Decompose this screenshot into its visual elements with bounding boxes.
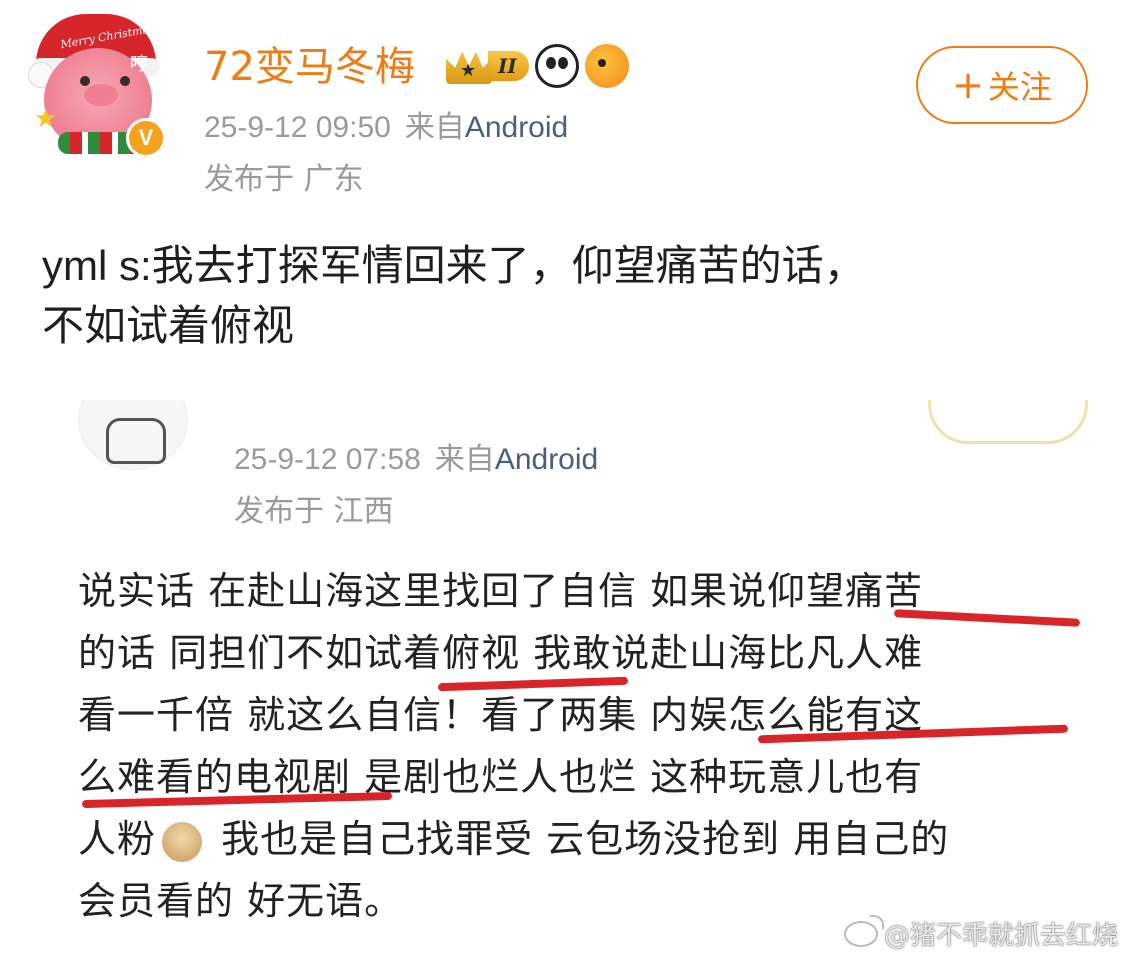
post-location: 发布于 广东 <box>204 162 364 197</box>
doge-emoji-icon <box>162 821 203 862</box>
user-badges: ★ II <box>446 44 629 88</box>
username[interactable]: 72变马冬梅 <box>204 44 415 90</box>
pufferfish-icon[interactable] <box>584 44 629 88</box>
embedded-screenshot[interactable]: 25-9-12 07:58 来自Android 发布于 江西 说实话 在赴山海这里… <box>48 400 1108 948</box>
embedded-follow-button-edge <box>928 400 1088 444</box>
vip-level: II <box>488 51 529 81</box>
embedded-line: 人粉 我也是自己找罪受 云包场没抢到 用自己的 <box>78 808 1098 870</box>
post-text: yml s:我去打探军情回来了，仰望痛苦的话， 不如试着俯视 <box>42 236 1102 356</box>
embedded-location: 发布于 江西 <box>234 494 394 529</box>
avatar-eye <box>120 76 130 86</box>
weibo-icon <box>843 914 884 947</box>
vip-badge[interactable]: ★ II <box>446 48 529 84</box>
embedded-line: 的话 同担们不如试着俯视 我敢说赴山海比凡人难 <box>78 631 924 675</box>
avatar-side-text: 哼 <box>130 54 148 75</box>
verified-badge-icon: V <box>126 118 166 158</box>
post-meta: 25-9-12 09:50 来自Android <box>204 108 568 148</box>
star-icon: ★ <box>34 104 58 134</box>
embedded-post-time: 25-9-12 07:58 <box>234 443 421 476</box>
follow-label: 关注 <box>987 68 1052 106</box>
post-text-line1: 我去打探军情回来了，仰望痛苦的话， <box>151 241 866 290</box>
watermark: @猪不乖就抓去红烧 <box>843 914 1118 952</box>
avatar-eye <box>80 76 90 86</box>
post-prefix: yml s: <box>42 242 152 289</box>
from-label: 来自 <box>404 111 465 144</box>
crown-icon: ★ <box>446 51 492 84</box>
avatar-nose <box>84 84 118 106</box>
watermark-text: @猪不乖就抓去红烧 <box>883 921 1118 951</box>
user-avatar[interactable]: Merry Christmas 哼 ★ V <box>28 10 170 160</box>
panda-icon[interactable] <box>534 44 579 88</box>
embedded-from-label: 来自 <box>434 443 495 476</box>
embedded-line-part: 人粉 <box>78 817 157 861</box>
sheep-icon <box>106 418 166 464</box>
post-time: 25-9-12 09:50 <box>204 111 391 144</box>
post-source[interactable]: Android <box>465 111 568 144</box>
post-text-line2: 不如试着俯视 <box>42 301 295 350</box>
embedded-line-part: 我也是自己找罪受 云包场没抢到 用自己的 <box>208 817 950 861</box>
embedded-meta: 25-9-12 07:58 来自Android <box>234 440 598 480</box>
follow-button[interactable]: + 关注 <box>916 46 1088 124</box>
embedded-source: Android <box>494 443 599 476</box>
plus-icon: + <box>952 63 984 107</box>
